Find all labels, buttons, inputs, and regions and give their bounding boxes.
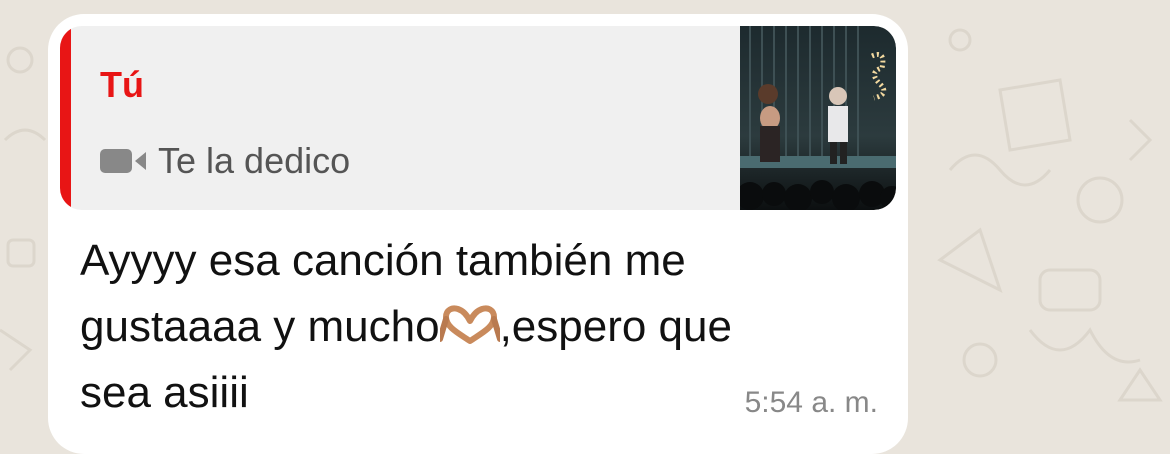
quoted-message[interactable]: Tú Te la dedico: [60, 26, 896, 210]
quote-accent-bar: [60, 26, 71, 210]
quote-author: Tú: [100, 64, 144, 105]
concert-stage-image: [740, 26, 896, 210]
message-line-2-start: gustaaaa y mucho: [80, 302, 440, 351]
message-line-1: Ayyyy esa canción también me: [80, 236, 686, 285]
time-period: a. m.: [811, 386, 878, 419]
video-camera-icon: [100, 149, 146, 173]
message-timestamp: 5:54 a. m.: [745, 386, 878, 420]
quote-thumbnail[interactable]: [740, 26, 896, 210]
heart-hands-emoji: [439, 305, 500, 344]
message-bubble[interactable]: Tú Te la dedico Ayyyy esa canción tambié…: [48, 14, 908, 454]
time-value: 5:54: [744, 386, 803, 419]
quote-text: Te la dedico: [158, 140, 351, 181]
message-line-2-end: ,espero que: [499, 302, 732, 351]
message-line-3: sea asiiii: [80, 368, 249, 417]
quote-content: Te la dedico: [100, 138, 350, 184]
